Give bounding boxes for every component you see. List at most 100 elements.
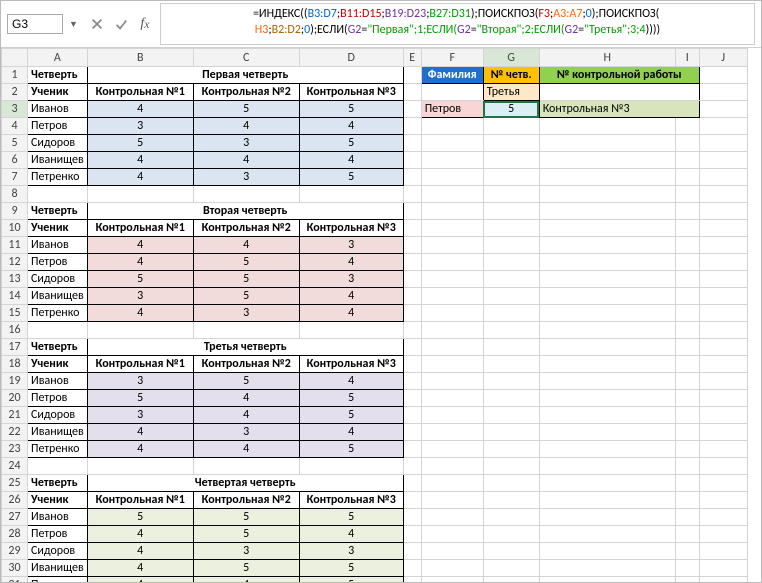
- cell-G3[interactable]: 5: [483, 101, 539, 118]
- cell-I14[interactable]: [675, 288, 699, 305]
- cell-B20[interactable]: 5: [87, 390, 193, 407]
- row-header[interactable]: 17: [2, 339, 28, 356]
- cell-D19[interactable]: 4: [299, 373, 403, 390]
- cell-E24[interactable]: [403, 458, 421, 475]
- col-header-J[interactable]: J: [699, 49, 747, 67]
- row-header[interactable]: 16: [2, 322, 28, 339]
- cell-H30[interactable]: [539, 560, 675, 577]
- cell-I27[interactable]: [675, 509, 699, 526]
- cell-I18[interactable]: [675, 356, 699, 373]
- worksheet-grid[interactable]: ABCDEFGHIJ1ЧетвертьПервая четвертьФамили…: [1, 48, 761, 582]
- cell-F8[interactable]: [421, 186, 483, 203]
- row-header[interactable]: 13: [2, 271, 28, 288]
- cell-F11[interactable]: [421, 237, 483, 254]
- row-header[interactable]: 22: [2, 424, 28, 441]
- cell-G21[interactable]: [483, 407, 539, 424]
- cell-I11[interactable]: [675, 237, 699, 254]
- cell-C11[interactable]: 4: [193, 237, 299, 254]
- cell-F18[interactable]: [421, 356, 483, 373]
- cell-H8[interactable]: [539, 186, 675, 203]
- name-box[interactable]: [7, 14, 63, 34]
- cell-J7[interactable]: [699, 169, 747, 186]
- cell-E20[interactable]: [403, 390, 421, 407]
- cell-H18[interactable]: [539, 356, 675, 373]
- cell-C21[interactable]: 4: [193, 407, 299, 424]
- cell-F24[interactable]: [421, 458, 483, 475]
- cell-D27[interactable]: 5: [299, 509, 403, 526]
- cell-I17[interactable]: [675, 339, 699, 356]
- cell-H7[interactable]: [539, 169, 675, 186]
- cell-B25[interactable]: Четвертая четверть: [87, 475, 403, 492]
- cell-B26[interactable]: Контрольная №1: [87, 492, 193, 509]
- cell-C24[interactable]: [193, 458, 299, 475]
- cell-F22[interactable]: [421, 424, 483, 441]
- cell-J8[interactable]: [699, 186, 747, 203]
- cell-B10[interactable]: Контрольная №1: [87, 220, 193, 237]
- row-header[interactable]: 28: [2, 526, 28, 543]
- cell-E31[interactable]: [403, 577, 421, 583]
- cell-B27[interactable]: 5: [87, 509, 193, 526]
- cell-H9[interactable]: [539, 203, 675, 220]
- cell-J20[interactable]: [699, 390, 747, 407]
- cell-A23[interactable]: Петренко: [28, 441, 88, 458]
- col-header-G[interactable]: G: [483, 49, 539, 67]
- cell-H14[interactable]: [539, 288, 675, 305]
- cell-F2[interactable]: [421, 84, 483, 101]
- cell-J23[interactable]: [699, 441, 747, 458]
- cell-I25[interactable]: [675, 475, 699, 492]
- row-header[interactable]: 11: [2, 237, 28, 254]
- cell-A18[interactable]: Ученик: [28, 356, 88, 373]
- cell-F5[interactable]: [421, 135, 483, 152]
- cell-H6[interactable]: [539, 152, 675, 169]
- cell-E12[interactable]: [403, 254, 421, 271]
- cell-G25[interactable]: [483, 475, 539, 492]
- cell-H27[interactable]: [539, 509, 675, 526]
- cell-F4[interactable]: [421, 118, 483, 135]
- cell-J21[interactable]: [699, 407, 747, 424]
- cell-J26[interactable]: [699, 492, 747, 509]
- cell-I26[interactable]: [675, 492, 699, 509]
- cell-G28[interactable]: [483, 526, 539, 543]
- cell-A12[interactable]: Петров: [28, 254, 88, 271]
- cell-C10[interactable]: Контрольная №2: [193, 220, 299, 237]
- cell-F23[interactable]: [421, 441, 483, 458]
- cell-D8[interactable]: [299, 186, 403, 203]
- cell-J27[interactable]: [699, 509, 747, 526]
- cell-I24[interactable]: [675, 458, 699, 475]
- cell-D13[interactable]: 3: [299, 271, 403, 288]
- cell-F14[interactable]: [421, 288, 483, 305]
- cell-D16[interactable]: [299, 322, 403, 339]
- cell-H19[interactable]: [539, 373, 675, 390]
- row-header[interactable]: 12: [2, 254, 28, 271]
- cell-G12[interactable]: [483, 254, 539, 271]
- cell-A7[interactable]: Петренко: [28, 169, 88, 186]
- cell-B17[interactable]: Третья четверть: [87, 339, 403, 356]
- cell-G4[interactable]: [483, 118, 539, 135]
- cell-C26[interactable]: Контрольная №2: [193, 492, 299, 509]
- cell-C20[interactable]: 4: [193, 390, 299, 407]
- cell-I4[interactable]: [675, 118, 699, 135]
- cell-D7[interactable]: 5: [299, 169, 403, 186]
- cell-B4[interactable]: 3: [87, 118, 193, 135]
- cell-B29[interactable]: 4: [87, 543, 193, 560]
- cell-C4[interactable]: 4: [193, 118, 299, 135]
- row-header[interactable]: 21: [2, 407, 28, 424]
- row-header[interactable]: 29: [2, 543, 28, 560]
- cell-I13[interactable]: [675, 271, 699, 288]
- cell-D20[interactable]: 5: [299, 390, 403, 407]
- cell-A29[interactable]: Сидоров: [28, 543, 88, 560]
- cell-C28[interactable]: 5: [193, 526, 299, 543]
- cell-G6[interactable]: [483, 152, 539, 169]
- cell-C27[interactable]: 5: [193, 509, 299, 526]
- cell-G19[interactable]: [483, 373, 539, 390]
- cell-H24[interactable]: [539, 458, 675, 475]
- enter-icon[interactable]: [112, 15, 130, 33]
- cell-I31[interactable]: [675, 577, 699, 583]
- cell-F6[interactable]: [421, 152, 483, 169]
- cell-H12[interactable]: [539, 254, 675, 271]
- cell-J17[interactable]: [699, 339, 747, 356]
- cell-F28[interactable]: [421, 526, 483, 543]
- cell-C19[interactable]: 5: [193, 373, 299, 390]
- cell-C13[interactable]: 5: [193, 271, 299, 288]
- cell-G5[interactable]: [483, 135, 539, 152]
